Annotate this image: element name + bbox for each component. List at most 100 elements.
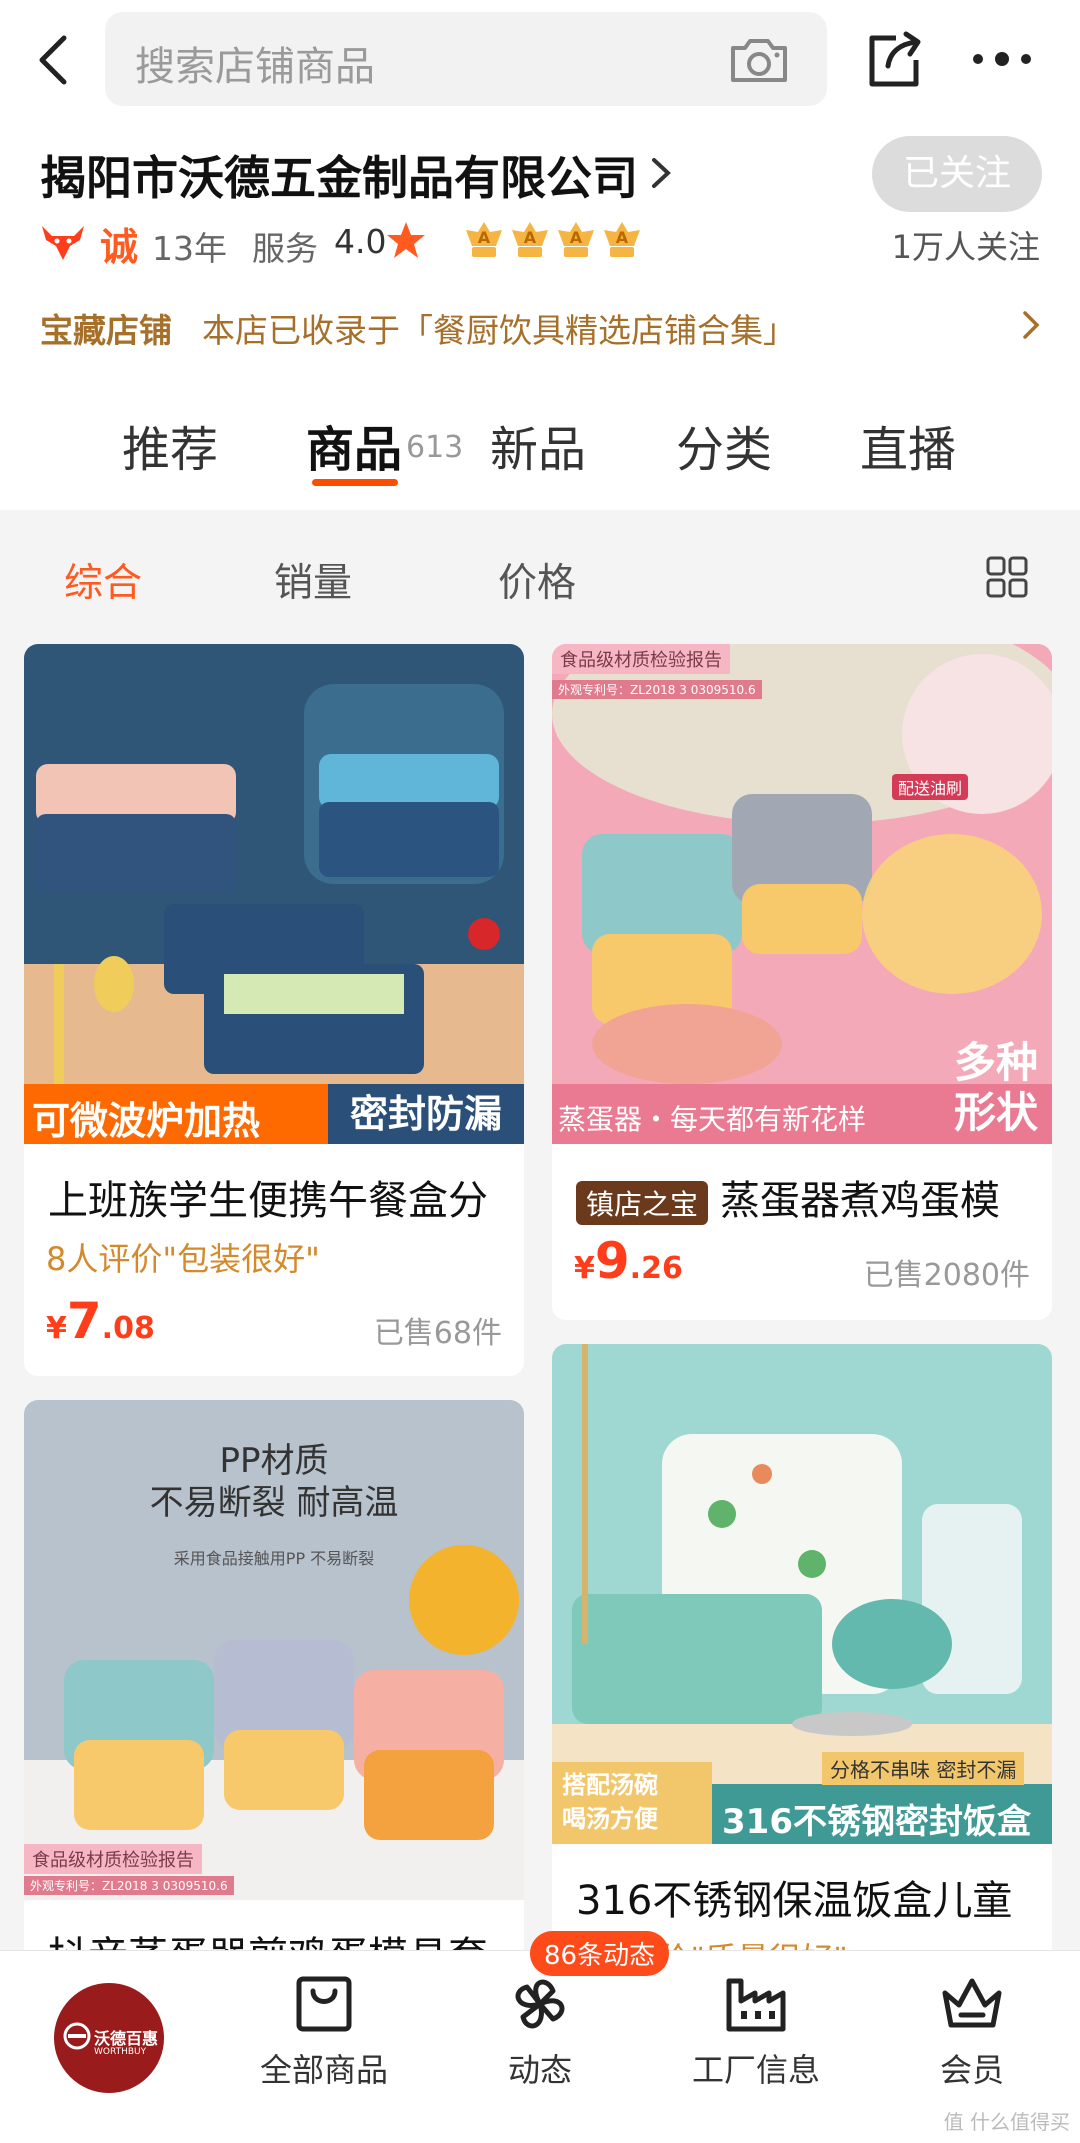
pinwheel-icon (515, 1979, 565, 2029)
factory-icon (726, 1978, 786, 2032)
search-placeholder: 搜索店铺商品 (135, 44, 375, 90)
price-currency: ¥ (46, 1311, 67, 1346)
bull-logo-icon (42, 226, 84, 260)
store-name[interactable]: 揭阳市沃德五金制品有限公司 (40, 142, 638, 208)
crown-icon: A (604, 222, 640, 257)
more-icon[interactable] (970, 48, 1034, 70)
service-label: 服务 (252, 229, 318, 268)
food-grade-tag: 食品级材质检验报告 (24, 1844, 202, 1874)
treasure-store-text[interactable]: 本店已收录于「餐厨饮具精选店铺合集」 (202, 304, 796, 352)
image-caption: PP材质 不易断裂 耐高温 采用食品接触用PP 不易断裂 (24, 1440, 524, 1580)
nav-factory-info[interactable]: 工厂信息 (676, 1971, 836, 2091)
nav-label: 工厂信息 (691, 2051, 820, 2089)
banner-text-left: 蒸蛋器・每天都有新花样 (558, 1103, 867, 1136)
food-grade-tag: 食品级材质检验报告 (552, 644, 730, 674)
watermark: 值 什么值得买 (943, 2110, 1070, 2134)
sort-overall[interactable]: 综合 (64, 552, 142, 608)
product-card[interactable]: 搭配汤碗 喝汤方便 316不锈钢密封饭盒 分格不串味 密封不漏 316不锈钢保温… (552, 1344, 1052, 1964)
product-image[interactable]: 可微波炉加热 密封防漏 (24, 644, 524, 1144)
follower-count: 1万人关注 (891, 228, 1040, 266)
chevron-right-icon[interactable] (650, 156, 672, 190)
price-currency: ¥ (574, 1251, 595, 1286)
banner-text-right-line2: 形状 (953, 1088, 1038, 1137)
star-icon (387, 222, 425, 258)
product-title[interactable]: 镇店之宝 蒸蛋器煮鸡蛋模 (576, 1168, 1000, 1226)
product-count: 613 (406, 430, 464, 465)
follow-button[interactable]: 已关注 (872, 136, 1042, 212)
price-integer: 9 (594, 1232, 630, 1290)
share-icon[interactable] (866, 30, 922, 88)
bottom-tab-bar: 沃德百惠 WORTHBUY 全部商品 86条动态 动态 工厂信息 会员 值 什么… (0, 1931, 1080, 2143)
banner-text-right: 密封防漏 (328, 1084, 524, 1144)
search-input[interactable]: 搜索店铺商品 (105, 12, 827, 106)
product-title-text: 蒸蛋器煮鸡蛋模 (720, 1178, 1001, 1224)
crown-icon: A (512, 222, 548, 257)
store-header: 搜索店铺商品 揭阳市沃德五金制品有限公司 已关注 诚 13年 服务 4.0 A … (0, 0, 1080, 510)
product-price: ¥7.08 (46, 1292, 155, 1350)
svg-text:A: A (524, 228, 537, 247)
patent-tag: 外观专利号：ZL2018 3 0309510.6 (24, 1876, 234, 1895)
crown-icon: A (558, 222, 594, 257)
product-card[interactable]: PP材质 不易断裂 耐高温 采用食品接触用PP 不易断裂 食品级材质检验报告 外… (24, 1400, 524, 1960)
nav-label: 会员 (939, 2051, 1004, 2089)
banner-text-left: 可微波炉加热 (32, 1099, 261, 1143)
banner-text-right: 多种 形状 (954, 1038, 1038, 1138)
banner-left-line1: 搭配汤碗 (562, 1771, 658, 1799)
camera-icon[interactable] (727, 34, 791, 86)
banner-left-line2: 喝汤方便 (562, 1805, 658, 1833)
treasure-store-label: 宝藏店铺 (40, 311, 172, 350)
sold-count: 已售2080件 (863, 1258, 1030, 1293)
tab-new[interactable]: 新品 (490, 410, 586, 480)
nav-label: 全部商品 (259, 2051, 388, 2089)
dynamics-badge: 86条动态 (530, 1931, 670, 1976)
caption-line2: 不易断裂 耐高温 (149, 1483, 399, 1523)
svg-text:A: A (616, 228, 629, 247)
product-review: 8人评价"包装很好" (46, 1240, 320, 1278)
svg-text:A: A (478, 228, 491, 247)
nav-dynamics[interactable]: 动态 (460, 1971, 620, 2091)
tab-products[interactable]: 商品 (306, 410, 402, 480)
cheng-badge: 诚 (100, 225, 139, 269)
chevron-right-icon[interactable] (1022, 310, 1040, 340)
product-card[interactable]: 食品级材质检验报告 外观专利号：ZL2018 3 0309510.6 配送油刷 … (552, 644, 1052, 1320)
crown-icon (942, 1978, 1002, 2028)
store-logo[interactable]: 沃德百惠 WORTHBUY (54, 1983, 164, 2093)
price-integer: 7 (66, 1292, 102, 1350)
tab-category[interactable]: 分类 (676, 410, 772, 480)
product-banner: 可微波炉加热 密封防漏 (24, 1084, 524, 1144)
logo-text: 沃德百惠 (94, 2029, 159, 2048)
caption-line1: PP材质 (219, 1441, 329, 1481)
tab-live[interactable]: 直播 (860, 410, 956, 480)
product-card[interactable]: 可微波炉加热 密封防漏 上班族学生便携午餐盒分 8人评价"包装很好" ¥7.08… (24, 644, 524, 1376)
service-score: 4.0 (334, 222, 387, 261)
price-decimal: .26 (629, 1251, 683, 1286)
shopping-bag-icon (296, 1976, 352, 2032)
brush-bubble: 配送油刷 (892, 774, 969, 800)
banner-text-left: 搭配汤碗 喝汤方便 (552, 1762, 712, 1844)
product-image[interactable]: 搭配汤碗 喝汤方便 316不锈钢密封饭盒 分格不串味 密封不漏 (552, 1344, 1052, 1844)
store-treasure-badge: 镇店之宝 (576, 1181, 709, 1225)
price-decimal: .08 (101, 1311, 155, 1346)
product-title[interactable]: 上班族学生便携午餐盒分 (48, 1168, 488, 1226)
sort-sales[interactable]: 销量 (274, 552, 352, 608)
tab-recommend[interactable]: 推荐 (122, 410, 218, 480)
banner-text-right-line1: 多种 (953, 1038, 1038, 1087)
nav-label: 动态 (507, 2051, 572, 2089)
banner-text-right: 316不锈钢密封饭盒 (722, 1802, 1031, 1842)
product-title[interactable]: 316不锈钢保温饭盒儿童 (576, 1868, 1012, 1926)
product-image[interactable]: 食品级材质检验报告 外观专利号：ZL2018 3 0309510.6 配送油刷 … (552, 644, 1052, 1144)
banner-small-text: 分格不串味 密封不漏 (822, 1752, 1025, 1785)
back-arrow-icon[interactable] (34, 34, 74, 86)
sort-price[interactable]: 价格 (498, 552, 576, 608)
store-years: 13年 (152, 229, 227, 268)
caption-line3: 采用食品接触用PP 不易断裂 (173, 1549, 375, 1568)
grid-view-icon[interactable] (986, 556, 1028, 598)
logo-subtext: WORTHBUY (94, 2047, 147, 2057)
nav-all-products[interactable]: 全部商品 (244, 1971, 404, 2091)
nav-membership[interactable]: 会员 (892, 1971, 1052, 2091)
sold-count: 已售68件 (373, 1316, 502, 1351)
crown-icon: A (466, 222, 502, 257)
patent-tag: 外观专利号：ZL2018 3 0309510.6 (552, 680, 762, 699)
product-image[interactable]: PP材质 不易断裂 耐高温 采用食品接触用PP 不易断裂 食品级材质检验报告 外… (24, 1400, 524, 1900)
active-tab-indicator (312, 479, 398, 486)
